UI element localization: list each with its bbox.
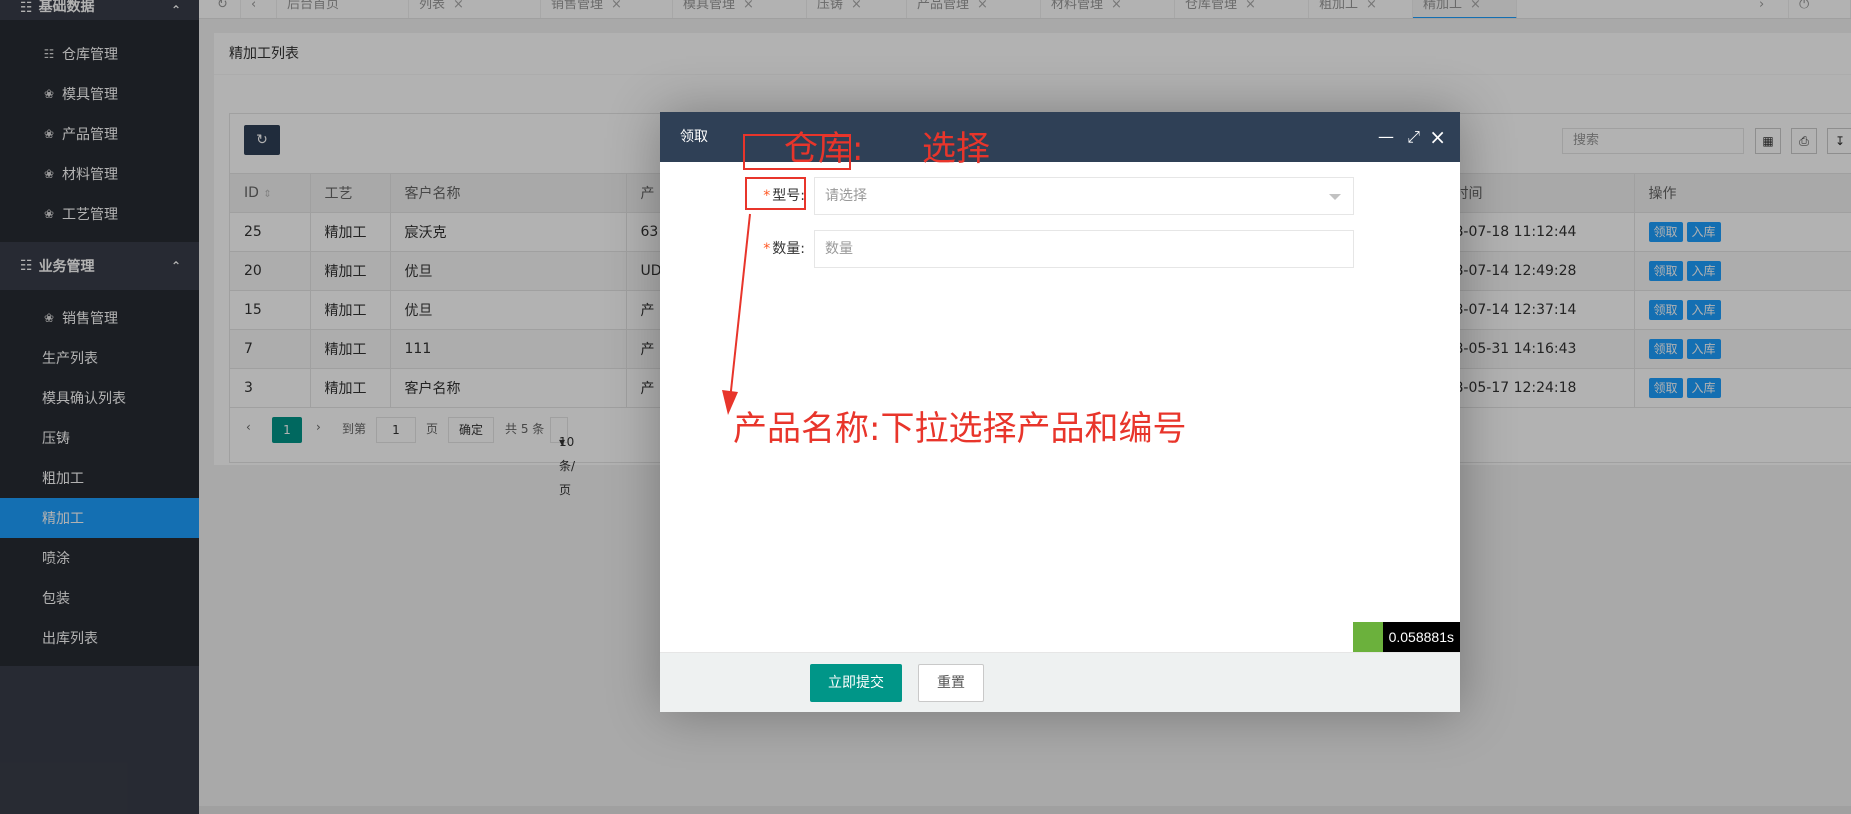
quantity-input[interactable]: 数量 (814, 230, 1354, 268)
submit-button[interactable]: 立即提交 (810, 664, 902, 702)
annotation-select: 选择 (922, 129, 990, 169)
reset-button[interactable]: 重置 (918, 664, 984, 702)
minimize-icon[interactable]: — (1378, 112, 1394, 162)
model-select[interactable]: 请选择 (814, 177, 1354, 215)
annotation-box-model (745, 177, 806, 210)
annotation-arrow (722, 213, 751, 415)
restore-icon[interactable]: ⤢ (1407, 112, 1420, 162)
timing-badge: 0.058881s (1352, 622, 1460, 652)
quantity-field-row: * 数量: 数量 (660, 230, 1460, 268)
modal-title: 领取 (680, 129, 708, 145)
model-select-placeholder: 请选择 (825, 188, 867, 204)
annotation-warehouse: 仓库: (784, 129, 864, 169)
timing-value: 0.058881s (1388, 629, 1454, 645)
quantity-input-placeholder: 数量 (825, 241, 853, 257)
modal-footer: 立即提交 重置 (660, 652, 1460, 712)
chevron-down-icon (1329, 194, 1341, 200)
quantity-label-text: 数量: (772, 241, 805, 257)
close-icon[interactable]: × (1429, 112, 1446, 162)
annotation-product-name: 产品名称:下拉选择产品和编号 (733, 409, 1187, 449)
required-mark: * (763, 241, 771, 257)
logo-icon (1352, 622, 1383, 652)
